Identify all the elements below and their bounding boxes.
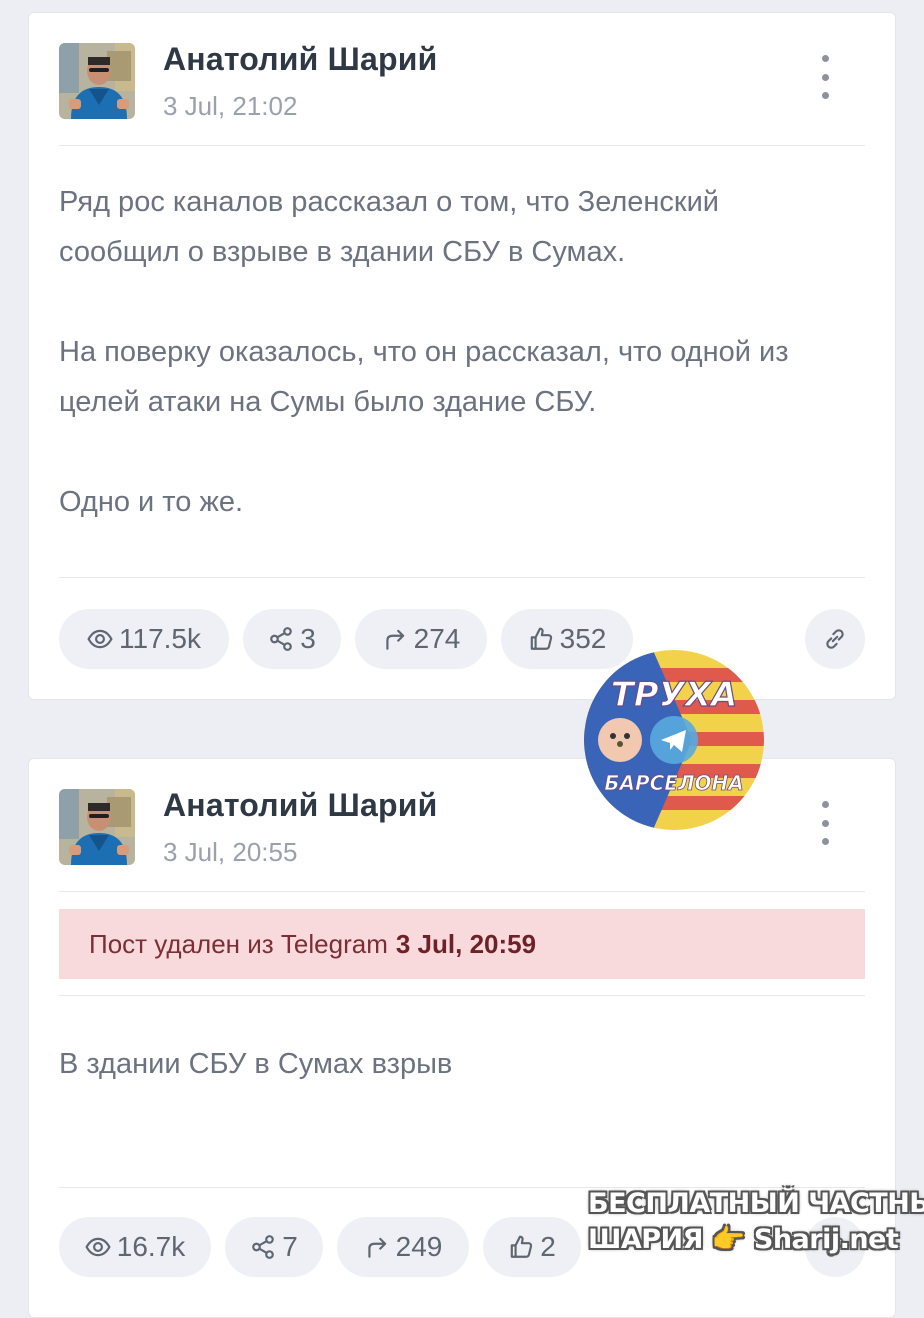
forwards-count: 274 — [413, 623, 461, 654]
forward-icon — [382, 626, 408, 652]
more-vertical-icon[interactable] — [817, 801, 833, 845]
avatar[interactable] — [59, 789, 135, 865]
views-count: 16.7k — [116, 1231, 186, 1262]
watermark-right: Sharij.net — [753, 1224, 899, 1255]
views-button[interactable]: 117.5k — [59, 609, 229, 669]
divider — [59, 145, 865, 146]
channel-logo-badge: ТРУХА БАРСЕЛОНА — [584, 650, 764, 830]
shares-count: 3 — [300, 623, 316, 654]
author-name[interactable]: Анатолий Шарий — [163, 41, 437, 78]
post-date[interactable]: 3 Jul, 21:02 — [163, 91, 297, 122]
post-paragraph: Одно и то же. — [59, 486, 244, 518]
shares-button[interactable]: 3 — [243, 609, 341, 669]
views-button[interactable]: 16.7k — [59, 1217, 211, 1277]
eye-icon — [85, 1234, 111, 1260]
shares-count: 7 — [282, 1231, 298, 1262]
post-paragraph: Ряд рос каналов рассказал о том, что Зел… — [59, 186, 720, 268]
badge-title: ТРУХА — [611, 675, 738, 715]
forwards-button[interactable]: 249 — [337, 1217, 469, 1277]
copy-link-button[interactable] — [805, 609, 865, 669]
eye-icon — [87, 626, 113, 652]
divider — [59, 891, 865, 892]
author-name[interactable]: Анатолий Шарий — [163, 787, 437, 824]
telegram-icon — [650, 716, 698, 764]
more-vertical-icon[interactable] — [817, 55, 833, 99]
divider — [59, 577, 865, 578]
post-paragraph: В здании СБУ в Сумах взрыв — [59, 1048, 453, 1080]
likes-count: 2 — [540, 1231, 556, 1262]
divider — [59, 995, 865, 996]
watermark-left: ШАРИЯ — [588, 1224, 703, 1255]
share-icon — [250, 1234, 276, 1260]
dog-face-icon — [598, 718, 642, 762]
badge-subtitle: БАРСЕЛОНА — [604, 771, 744, 795]
share-icon — [268, 626, 294, 652]
post-stats: 16.7k 7 249 2 — [59, 1217, 581, 1277]
watermark-line2: ШАРИЯ 👉 Sharij.net — [588, 1222, 908, 1258]
forwards-count: 249 — [395, 1231, 443, 1262]
shares-button[interactable]: 7 — [225, 1217, 323, 1277]
thumbs-up-icon — [528, 626, 554, 652]
pointing-hand-icon: 👉 — [711, 1224, 746, 1255]
thumbs-up-icon — [508, 1234, 534, 1260]
watermark-line1: БЕСПЛАТНЫЙ ЧАСТНЫЙ — [588, 1188, 924, 1219]
post-card: Анатолий Шарий 3 Jul, 21:02 Ряд рос кана… — [28, 12, 896, 700]
deleted-notice-text: Пост удален из Telegram — [89, 928, 388, 959]
forwards-button[interactable]: 274 — [355, 609, 487, 669]
post-paragraph: На поверку оказалось, что он рассказал, … — [59, 336, 789, 418]
post-date[interactable]: 3 Jul, 20:55 — [163, 837, 297, 868]
views-count: 117.5k — [119, 623, 201, 654]
deleted-time: 3 Jul, 20:59 — [395, 928, 537, 959]
likes-button[interactable]: 2 — [483, 1217, 581, 1277]
link-icon — [822, 626, 848, 652]
post-stats: 117.5k 3 274 352 — [59, 609, 633, 669]
watermark: БЕСПЛАТНЫЙ ЧАСТНЫЙ ШАРИЯ 👉 Sharij.net — [588, 1186, 924, 1258]
post-text: В здании СБУ в Сумах взрыв — [59, 1039, 843, 1089]
forward-icon — [364, 1234, 390, 1260]
post-text: Ряд рос каналов рассказал о том, что Зел… — [59, 177, 843, 527]
avatar[interactable] — [59, 43, 135, 119]
deleted-notice: Пост удален из Telegram 3 Jul, 20:59 — [59, 909, 865, 979]
